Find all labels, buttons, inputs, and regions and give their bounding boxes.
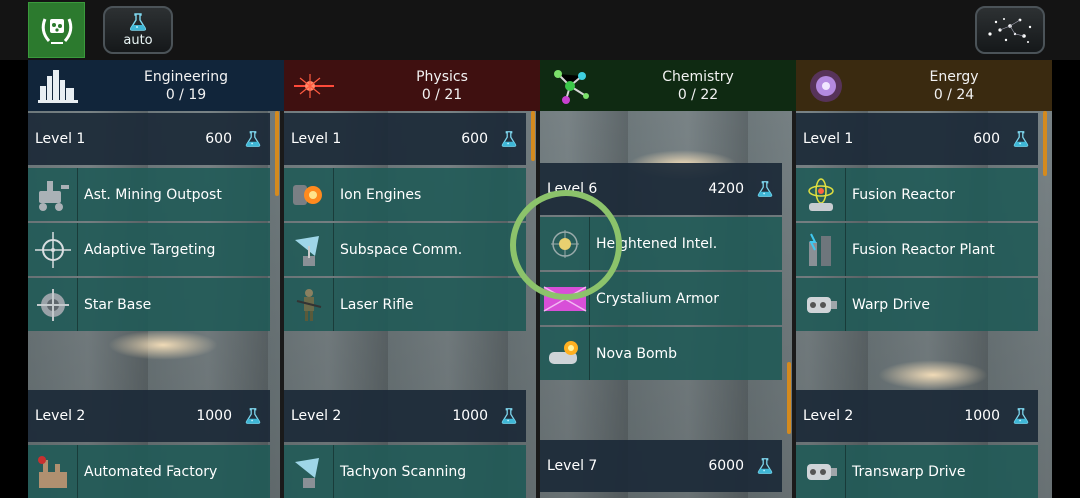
tech-item[interactable]: Ast. Mining Outpost (28, 168, 270, 221)
category-name: Physics (416, 68, 468, 85)
galaxy-map-button[interactable] (975, 6, 1045, 54)
tech-name: Tachyon Scanning (340, 463, 467, 480)
scanner-dish-icon (284, 445, 334, 498)
constellation-icon (988, 18, 1032, 43)
nova-bomb-icon (540, 327, 590, 380)
flask-icon (244, 130, 262, 148)
tech-item[interactable]: Nova Bomb (540, 327, 782, 380)
empire-emblem-button[interactable] (28, 2, 85, 58)
tech-name: Warp Drive (852, 296, 930, 313)
level-name: Level 1 (35, 131, 86, 147)
level-name: Level 2 (291, 408, 342, 424)
tech-name: Automated Factory (84, 463, 218, 480)
tech-name: Fusion Reactor Plant (852, 241, 995, 258)
crosshair-icon (28, 223, 78, 276)
soldier-rifle-icon (284, 278, 334, 331)
category-progress: 0 / 22 (677, 86, 719, 103)
level-header: Level 1 600 (284, 113, 526, 165)
tech-item[interactable]: Ion Engines (284, 168, 526, 221)
tech-name: Laser Rifle (340, 296, 414, 313)
tech-item[interactable]: Subspace Comm. (284, 223, 526, 276)
tech-name: Ion Engines (340, 186, 422, 203)
flask-icon (244, 407, 262, 425)
tech-name: Subspace Comm. (340, 241, 463, 258)
tech-item[interactable]: Automated Factory (28, 445, 270, 498)
flask-icon (756, 180, 774, 198)
mining-outpost-icon (28, 168, 78, 221)
tech-name: Crystalium Armor (596, 290, 719, 307)
level-name: Level 2 (803, 408, 854, 424)
category-energy[interactable]: Energy 0 / 24 (796, 60, 1052, 111)
warp-engine-icon (796, 278, 846, 331)
satellite-dish-icon (284, 223, 334, 276)
research-cost: 1000 (196, 408, 232, 424)
tech-item[interactable]: Fusion Reactor Plant (796, 223, 1038, 276)
tech-item[interactable]: Laser Rifle (284, 278, 526, 331)
flask-icon (1012, 130, 1030, 148)
level-header: Level 7 6000 (540, 440, 782, 492)
level-name: Level 1 (803, 131, 854, 147)
physics-scrollbar[interactable] (531, 111, 535, 161)
energy-orb-icon (796, 60, 856, 111)
level-header: Level 2 1000 (796, 390, 1038, 442)
tutorial-highlight-ring (510, 190, 622, 300)
research-cost: 4200 (708, 181, 744, 197)
factory-icon (28, 445, 78, 498)
research-cost: 600 (973, 131, 1000, 147)
research-cost: 600 (461, 131, 488, 147)
research-cost: 600 (205, 131, 232, 147)
category-progress: 0 / 24 (933, 86, 975, 103)
tech-name: Ast. Mining Outpost (84, 186, 222, 203)
tech-item[interactable]: Warp Drive (796, 278, 1038, 331)
category-physics[interactable]: Physics 0 / 21 (284, 60, 540, 111)
tech-item[interactable]: Star Base (28, 278, 270, 331)
tech-name: Fusion Reactor (852, 186, 956, 203)
tech-item[interactable]: Fusion Reactor (796, 168, 1038, 221)
research-cost: 1000 (964, 408, 1000, 424)
energy-scrollbar[interactable] (1043, 111, 1047, 176)
flask-icon (500, 407, 518, 425)
category-name: Energy (929, 68, 979, 85)
category-progress: 0 / 19 (165, 86, 207, 103)
tech-name: Adaptive Targeting (84, 241, 216, 258)
flask-icon (1012, 407, 1030, 425)
level-name: Level 2 (35, 408, 86, 424)
flask-icon (500, 130, 518, 148)
category-progress: 0 / 21 (421, 86, 463, 103)
level-header: Level 1 600 (796, 113, 1038, 165)
transwarp-engine-icon (796, 445, 846, 498)
chemistry-scrollbar[interactable] (787, 362, 791, 434)
tech-item[interactable]: Adaptive Targeting (28, 223, 270, 276)
level-header: Level 2 1000 (284, 390, 526, 442)
engineering-scrollbar[interactable] (275, 111, 279, 196)
auto-research-button[interactable]: auto (103, 6, 173, 54)
category-name: Chemistry (662, 68, 734, 85)
tech-item[interactable]: Transwarp Drive (796, 445, 1038, 498)
ion-engine-icon (284, 168, 334, 221)
tech-name: Transwarp Drive (852, 463, 966, 480)
category-chemistry[interactable]: Chemistry 0 / 22 (540, 60, 796, 111)
flask-icon (756, 457, 774, 475)
top-bar: auto (0, 0, 1080, 60)
category-engineering[interactable]: Engineering 0 / 19 (28, 60, 284, 111)
tech-name: Star Base (84, 296, 152, 313)
research-cost: 6000 (708, 458, 744, 474)
skyline-icon (28, 60, 88, 111)
auto-label: auto (123, 33, 153, 48)
fusion-atom-icon (796, 168, 846, 221)
category-name: Engineering (144, 68, 228, 85)
level-header: Level 1 600 (28, 113, 270, 165)
tech-item[interactable]: Tachyon Scanning (284, 445, 526, 498)
research-cost: 1000 (452, 408, 488, 424)
tech-name: Nova Bomb (596, 345, 678, 362)
molecule-icon (540, 60, 600, 111)
reactor-plant-icon (796, 223, 846, 276)
flask-icon (128, 12, 148, 32)
laser-burst-icon (284, 60, 344, 111)
laurel-emblem-icon (41, 18, 72, 44)
level-name: Level 1 (291, 131, 342, 147)
star-base-icon (28, 278, 78, 331)
level-header: Level 2 1000 (28, 390, 270, 442)
level-name: Level 7 (547, 458, 598, 474)
